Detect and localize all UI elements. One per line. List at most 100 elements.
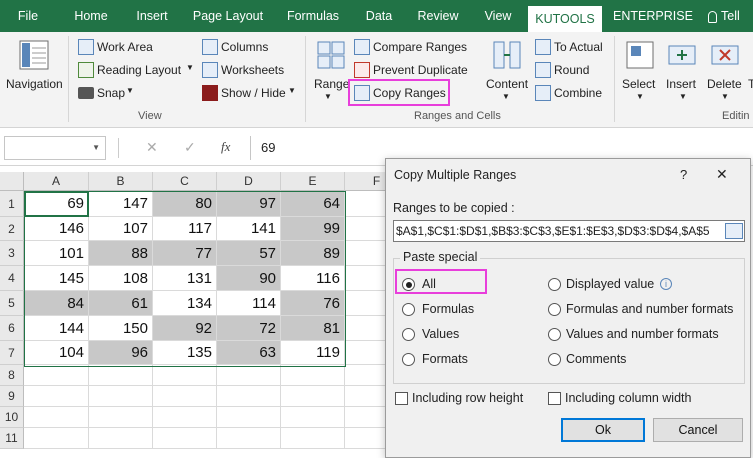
tab-data[interactable]: Data [360,0,398,32]
cell-b8[interactable] [89,365,153,386]
cell-d11[interactable] [217,428,281,449]
content-button[interactable]: Content ▼ [482,34,532,106]
cell-b11[interactable] [89,428,153,449]
select-icon [626,41,654,69]
insert-function-icon[interactable]: fx [221,139,230,155]
show-hide-button[interactable]: Show / Hide ▼ [200,84,300,102]
ranges-label: Ranges to be copied : [393,201,515,215]
select-button[interactable]: Select ▼ [618,34,662,106]
row-header-1[interactable]: 1 [0,191,24,217]
option-displayed-value[interactable]: Displayed value i [548,276,708,294]
cell-e9[interactable] [281,386,345,407]
cell-d9[interactable] [217,386,281,407]
cell-a9[interactable] [24,386,89,407]
cell-d10[interactable] [217,407,281,428]
column-header-c[interactable]: C [153,172,217,191]
columns-button[interactable]: Columns [200,38,280,56]
column-header-e[interactable]: E [281,172,345,191]
cancel-entry-icon[interactable]: ✕ [146,139,158,156]
prevent-duplicate-button[interactable]: Prevent Duplicate [352,61,472,79]
navigation-button[interactable]: Navigation [2,34,66,106]
tab-enterprise[interactable]: ENTERPRISE [612,0,694,32]
range-select-icon[interactable] [725,223,743,239]
info-icon[interactable]: i [660,278,672,290]
cell-c10[interactable] [153,407,217,428]
reading-layout-icon [78,62,94,78]
cell-c11[interactable] [153,428,217,449]
row-header-8[interactable]: 8 [0,365,24,386]
ribbon-separator [68,36,69,122]
row-header-9[interactable]: 9 [0,386,24,407]
row-header-6[interactable]: 6 [0,316,24,341]
cancel-button[interactable]: Cancel [653,418,743,442]
cell-e10[interactable] [281,407,345,428]
column-header-b[interactable]: B [89,172,153,191]
row-header-3[interactable]: 3 [0,241,24,266]
including-row-height-checkbox[interactable]: Including row height [395,390,535,408]
delete-button[interactable]: Delete ▼ [704,34,746,106]
chevron-down-icon: ▼ [679,92,687,101]
ribbon-tab-bar: File Home Insert Page Layout Formulas Da… [0,0,753,32]
selection-border [24,191,346,367]
text-button[interactable]: Te [746,34,753,106]
column-header-a[interactable]: A [24,172,89,191]
tab-tell-me[interactable]: Tell [708,0,753,32]
worksheets-button[interactable]: Worksheets [200,61,290,79]
radio-button [548,303,561,316]
ranges-input[interactable]: $A$1,$C$1:$D$1,$B$3:$C$3,$E$1:$E$3,$D$3:… [393,220,745,242]
option-values-and-number-formats[interactable]: Values and number formats [548,326,744,344]
option-formulas[interactable]: Formulas [402,301,502,319]
row-header-7[interactable]: 7 [0,341,24,365]
snap-button[interactable]: Snap ▼ [76,84,136,102]
including-column-width-checkbox[interactable]: Including column width [548,390,708,408]
close-icon[interactable]: ✕ [716,166,728,183]
group-label-ranges-and-cells: Ranges and Cells [414,110,501,122]
row-header-2[interactable]: 2 [0,217,24,241]
cell-c9[interactable] [153,386,217,407]
cell-a11[interactable] [24,428,89,449]
formula-input[interactable]: 69 [250,136,748,160]
tab-home[interactable]: Home [68,0,114,32]
name-box[interactable]: ▼ [4,136,106,160]
cell-c8[interactable] [153,365,217,386]
tab-review[interactable]: Review [412,0,464,32]
camera-icon [78,87,94,99]
reading-layout-button[interactable]: Reading Layout ▼ [76,61,196,79]
highlight-box [395,269,487,294]
to-actual-button[interactable]: To Actual [533,38,613,56]
range-button[interactable]: Range ▼ [310,34,350,106]
option-values[interactable]: Values [402,326,502,344]
cell-d8[interactable] [217,365,281,386]
option-comments[interactable]: Comments [548,351,668,369]
tab-kutools[interactable]: KUTOOLS [528,6,602,32]
option-formats[interactable]: Formats [402,351,502,369]
cell-a8[interactable] [24,365,89,386]
row-header-11[interactable]: 11 [0,428,24,449]
compare-ranges-button[interactable]: Compare Ranges [352,38,472,56]
cell-e11[interactable] [281,428,345,449]
chevron-down-icon: ▼ [92,143,100,152]
insert-button[interactable]: Insert ▼ [662,34,704,106]
tab-page-layout[interactable]: Page Layout [190,0,266,32]
tab-formulas[interactable]: Formulas [282,0,344,32]
help-button[interactable]: ? [680,167,687,182]
cell-b9[interactable] [89,386,153,407]
cell-e8[interactable] [281,365,345,386]
work-area-button[interactable]: Work Area [76,38,186,56]
option-formulas-and-number-formats[interactable]: Formulas and number formats [548,301,744,319]
confirm-entry-icon[interactable]: ✓ [184,139,196,156]
cell-a10[interactable] [24,407,89,428]
row-header-5[interactable]: 5 [0,291,24,316]
tab-view[interactable]: View [478,0,518,32]
highlight-box [348,79,450,106]
select-all-corner[interactable] [0,172,24,191]
round-button[interactable]: Round [533,61,603,79]
tab-insert[interactable]: Insert [128,0,176,32]
row-header-4[interactable]: 4 [0,266,24,291]
cell-b10[interactable] [89,407,153,428]
ok-button[interactable]: Ok [561,418,645,442]
row-header-10[interactable]: 10 [0,407,24,428]
column-header-d[interactable]: D [217,172,281,191]
tab-file[interactable]: File [10,0,46,32]
combine-button[interactable]: Combine [533,84,613,102]
